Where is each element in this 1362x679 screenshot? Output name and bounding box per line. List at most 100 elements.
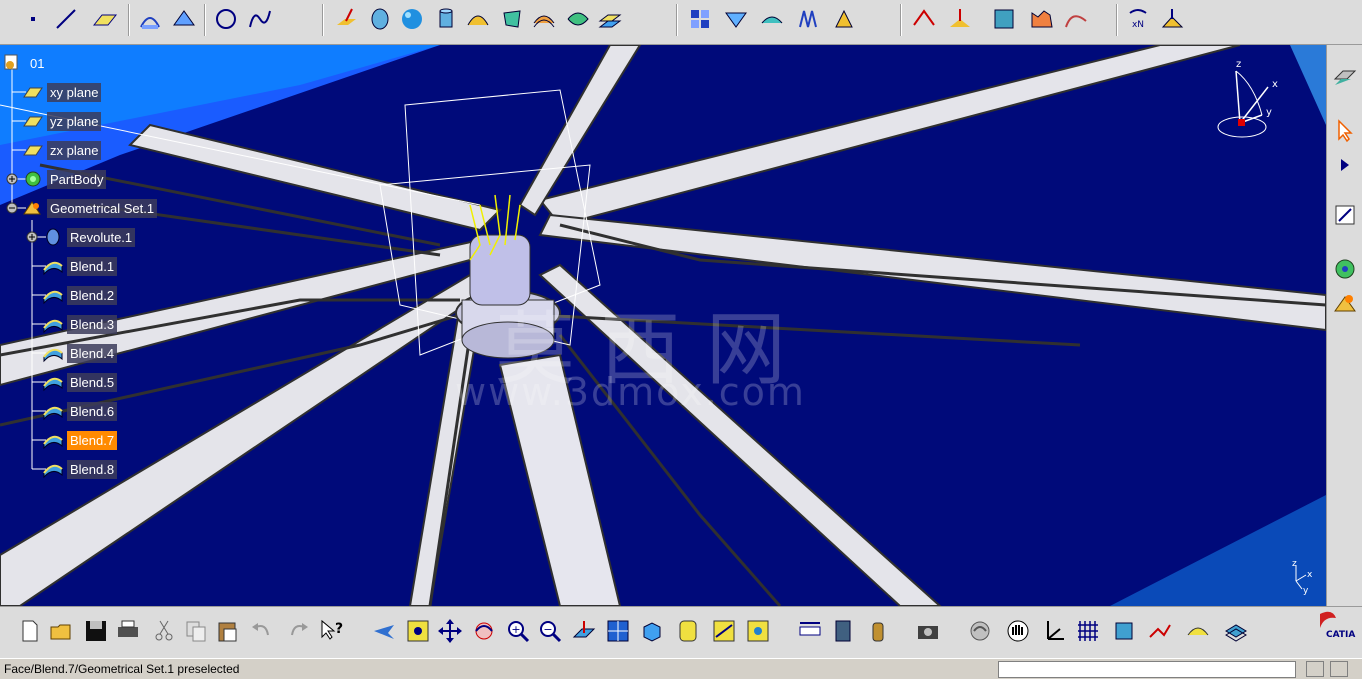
projection-icon[interactable] [136,5,164,33]
properties-icon[interactable] [830,617,858,645]
connect-icon[interactable] [1062,5,1090,33]
rotate-icon[interactable] [470,617,498,645]
work-support-icon[interactable] [1110,617,1138,645]
cylinder-icon[interactable] [432,5,460,33]
point-icon[interactable] [20,5,48,33]
normal-view-icon[interactable] [570,617,598,645]
command-input[interactable] [998,661,1296,678]
cut-icon[interactable] [150,617,178,645]
layer-icon[interactable] [1222,617,1250,645]
repetition-icon[interactable]: xN [1124,5,1152,33]
join-icon[interactable] [686,5,714,33]
expand-toggle[interactable] [6,173,18,185]
select-icon[interactable] [1331,117,1359,145]
plane-icon [22,140,44,160]
revolute-icon [42,227,64,247]
law-icon[interactable] [1028,5,1056,33]
trim-icon[interactable] [758,5,786,33]
manipulate-icon[interactable] [1004,617,1032,645]
hide-show-icon[interactable] [710,617,738,645]
part-design-icon[interactable] [1331,255,1359,283]
open-icon[interactable] [48,617,76,645]
expand-toggle[interactable] [26,231,38,243]
extract-icon[interactable] [830,5,858,33]
plane-icon[interactable] [90,5,118,33]
extrude-icon[interactable] [332,5,360,33]
status-button[interactable] [1330,661,1348,677]
iso-view-icon[interactable] [638,617,666,645]
undo-icon[interactable] [248,617,276,645]
save-icon[interactable] [82,617,110,645]
copy-icon[interactable] [182,617,210,645]
fill-icon[interactable] [498,5,526,33]
fit-all-icon[interactable] [404,617,432,645]
tree-node-blend-4[interactable]: Blend.4 [42,342,118,364]
sketch-icon[interactable] [1331,63,1359,91]
tree-node-blend-6[interactable]: Blend.6 [42,400,118,422]
blend-icon[interactable] [564,5,592,33]
zoom-out-icon[interactable]: − [536,617,564,645]
tree-node-blend-8[interactable]: Blend.8 [42,458,118,480]
status-button[interactable] [1306,661,1324,677]
multi-view-icon[interactable] [604,617,632,645]
update-icon[interactable] [966,617,994,645]
redo-icon[interactable] [284,617,312,645]
tree-node-revolute[interactable]: Revolute.1 [42,226,136,248]
line-icon[interactable] [52,5,80,33]
axis-system-icon[interactable] [1040,617,1068,645]
revolve-icon[interactable] [366,5,394,33]
split-icon[interactable] [722,5,750,33]
tree-node-yz-plane[interactable]: yz plane [22,110,102,132]
svg-text:?: ? [335,621,343,637]
compass[interactable]: z x y [1210,55,1290,145]
whats-this-icon[interactable]: ? [318,617,346,645]
fly-mode-icon[interactable] [370,617,398,645]
boundary-icon[interactable] [794,5,822,33]
tree-node-partbody[interactable]: PartBody [22,168,107,190]
multisection-icon[interactable] [530,5,558,33]
sketcher-tools-icon[interactable] [1331,201,1359,229]
compass-y-label: y [1266,107,1272,118]
translate-icon[interactable] [910,5,938,33]
capture-icon[interactable] [914,617,942,645]
intersection-icon[interactable] [170,5,198,33]
tree-node-blend-2[interactable]: Blend.2 [42,284,118,306]
paste-icon[interactable] [214,617,242,645]
blend-icon [42,372,64,392]
pan-icon[interactable] [436,617,464,645]
axis-icon[interactable] [1158,5,1186,33]
tree-node-blend-5[interactable]: Blend.5 [42,371,118,393]
zoom-in-icon[interactable]: + [504,617,532,645]
watermark-url: www.3dmox.com [455,370,806,414]
symmetry-icon[interactable] [946,5,974,33]
catalog-icon[interactable] [864,617,892,645]
3d-viewport[interactable]: 莫 西 网 www.3dmox.com 01 xy plane yz plane… [0,45,1326,606]
snap-icon[interactable] [1146,617,1174,645]
shading-icon[interactable] [674,617,702,645]
tree-node-blend-7[interactable]: Blend.7 [42,429,118,451]
print-icon[interactable] [114,617,142,645]
collapse-toggle[interactable] [6,202,18,214]
grid-icon[interactable] [1074,617,1102,645]
sweep-icon[interactable] [464,5,492,33]
offset-icon[interactable] [596,5,624,33]
tree-node-blend-1[interactable]: Blend.1 [42,255,118,277]
swap-visible-icon[interactable] [744,617,772,645]
measure-icon[interactable] [796,617,824,645]
toolbar-separator [1116,4,1118,36]
extrapolate-icon[interactable] [990,5,1018,33]
tree-node-geometrical-set[interactable]: Geometrical Set.1 [22,197,158,219]
blend-icon [42,343,64,363]
tree-root[interactable]: 01 [2,52,47,74]
tree-node-xy-plane[interactable]: xy plane [22,81,102,103]
expand-icon[interactable] [1331,151,1359,179]
tree-node-blend-3[interactable]: Blend.3 [42,313,118,335]
axis-y-label: y [1303,586,1309,596]
new-icon[interactable] [16,617,44,645]
sphere-icon[interactable] [398,5,426,33]
wireframe-icon[interactable] [1331,289,1359,317]
spline-icon[interactable] [246,5,274,33]
tree-node-zx-plane[interactable]: zx plane [22,139,102,161]
circle-icon[interactable] [212,5,240,33]
sketcher-icon[interactable] [1184,617,1212,645]
